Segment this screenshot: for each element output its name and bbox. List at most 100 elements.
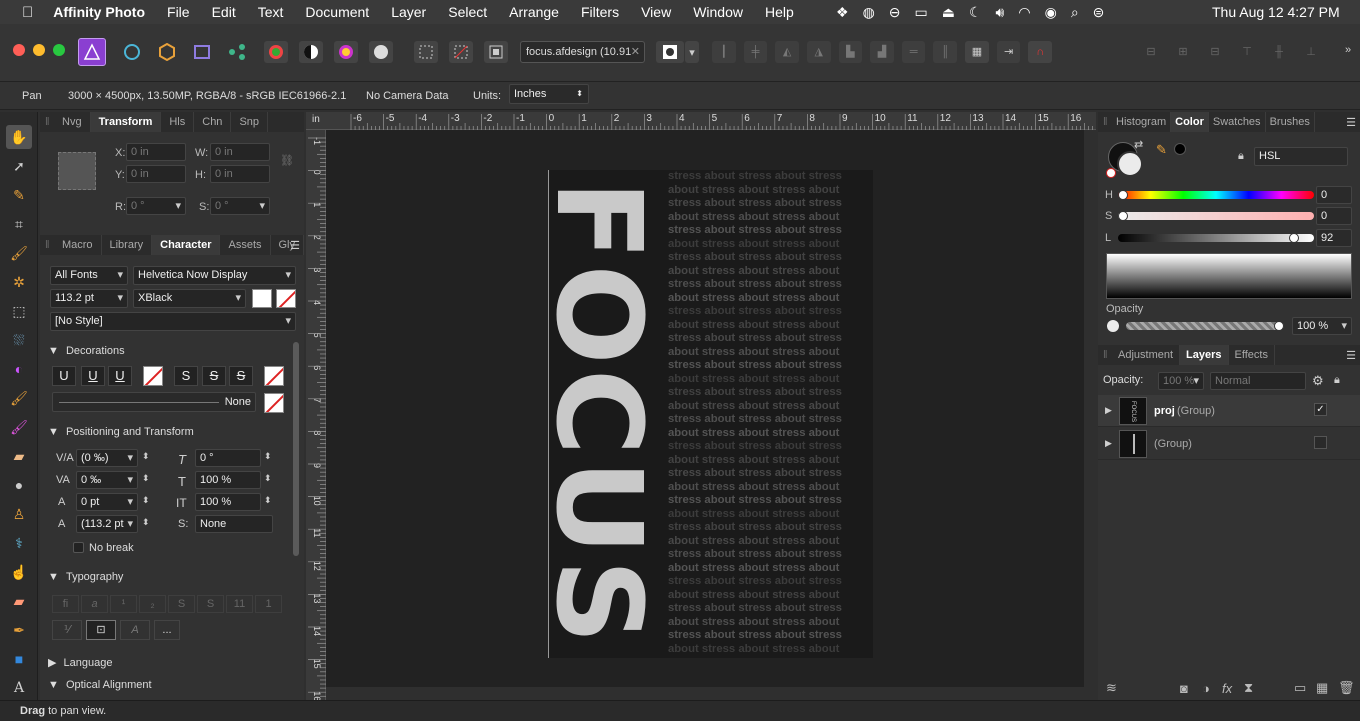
tab-color[interactable]: Color xyxy=(1171,112,1209,132)
volume-icon[interactable]: 🔊︎ xyxy=(996,4,1005,21)
layer-row[interactable]: ▶ (Group) xyxy=(1098,428,1360,460)
blend-mode-select[interactable]: Normal xyxy=(1210,372,1306,390)
swash-icon[interactable]: a xyxy=(81,595,108,613)
new-group-icon[interactable]: ▭ xyxy=(1294,680,1306,696)
color-opacity-knob[interactable] xyxy=(1274,321,1284,331)
layer-visibility-checkbox[interactable] xyxy=(1314,436,1327,449)
stepper-icon[interactable]: ⬍ xyxy=(142,495,150,506)
horizontal-ruler[interactable]: in -6 -5 -4 -3 -2 -1 0 1 2 3 4 5 6 7 8 9 10 11 12 13 14 15 16 xyxy=(306,112,1096,130)
font-family-select[interactable]: Helvetica Now Display xyxy=(133,266,296,285)
tab-history[interactable]: Hls xyxy=(161,112,195,132)
expand-layer-icon[interactable]: ▶ xyxy=(1105,438,1112,449)
lining-figures-icon[interactable]: 11 xyxy=(226,595,253,613)
align-top-icon[interactable]: ╫ xyxy=(1266,41,1292,63)
menu-view[interactable]: View xyxy=(641,4,671,20)
lightness-value-field[interactable]: 92 xyxy=(1316,229,1352,247)
panel-grip-icon[interactable]: ‖ xyxy=(1098,349,1112,361)
text-stroke-swatch[interactable] xyxy=(276,289,296,308)
deselect-icon[interactable] xyxy=(449,41,473,63)
selection-marquee-icon[interactable] xyxy=(414,41,438,63)
baseline-field[interactable]: 0 pt xyxy=(76,493,138,511)
align-bottom-icon[interactable]: ⊥ xyxy=(1298,41,1324,63)
tab-histogram[interactable]: Histogram xyxy=(1112,112,1172,132)
underline-color-swatch[interactable] xyxy=(143,366,163,386)
subscript-button-icon[interactable]: ₂ xyxy=(139,595,166,613)
tab-character[interactable]: Character xyxy=(152,235,221,255)
typography-header[interactable]: ▼ Typography xyxy=(40,567,290,587)
small-caps-icon[interactable]: S xyxy=(168,595,195,613)
toolbar-overflow-icon[interactable]: » xyxy=(1345,44,1351,56)
stepper-icon[interactable]: ⬍ xyxy=(142,451,150,462)
close-window-button[interactable] xyxy=(13,44,25,56)
tab-transform[interactable]: Transform xyxy=(90,112,162,132)
layers-stack-icon[interactable]: ≋ xyxy=(1106,680,1117,696)
x-field[interactable]: 0 in xyxy=(126,143,186,161)
stepper-icon[interactable]: ⬍ xyxy=(264,451,272,462)
pan-tool-icon[interactable]: ✋ xyxy=(6,125,32,149)
shear-field[interactable]: 0 ° xyxy=(210,197,270,215)
layer-visibility-checkbox[interactable]: ✓ xyxy=(1314,403,1327,416)
expand-layer-icon[interactable]: ▶ xyxy=(1105,405,1112,416)
decorations-header[interactable]: ▼ Decorations xyxy=(40,341,290,361)
panel-grip-icon[interactable]: ‖ xyxy=(40,116,54,128)
color-picker-tool-icon[interactable]: ✎ xyxy=(6,183,32,207)
ordinals-icon[interactable]: ⊡ xyxy=(86,620,116,640)
positioning-header[interactable]: ▼ Positioning and Transform xyxy=(40,422,290,442)
grid-icon[interactable]: ▦ xyxy=(965,41,989,63)
quick-mask-icon[interactable] xyxy=(656,41,684,63)
align-center-icon[interactable]: ╪ xyxy=(743,41,768,63)
invert-selection-icon[interactable] xyxy=(484,41,508,63)
delete-layer-icon[interactable]: 🗑︎ xyxy=(1338,680,1355,696)
rectangle-tool-icon[interactable]: ■ xyxy=(6,647,32,671)
panel-grip-icon[interactable]: ‖ xyxy=(40,239,54,251)
line-color-swatch[interactable] xyxy=(264,393,284,413)
more-typography-button[interactable]: ... xyxy=(154,620,180,640)
kerning-field[interactable]: (0 ‰) xyxy=(76,449,138,467)
selection-brush-tool-icon[interactable]: 🖌︎ xyxy=(6,241,32,265)
panel-grip-icon[interactable]: ‖ xyxy=(1098,116,1112,128)
blemish-tool-icon[interactable]: ⚕ xyxy=(6,531,32,555)
lock-icon[interactable]: 🔒︎ xyxy=(1334,374,1340,387)
arrange-forward-icon[interactable]: ⊟ xyxy=(1202,41,1228,63)
snapping-icon[interactable]: ⇥ xyxy=(996,41,1021,63)
oldstyle-figures-icon[interactable]: 1 xyxy=(255,595,282,613)
smudge-tool-icon[interactable]: ☝ xyxy=(6,560,32,584)
adjustment-icon[interactable]: ◑ xyxy=(1202,681,1210,696)
font-collection-select[interactable]: All Fonts xyxy=(50,266,128,285)
optical-alignment-header[interactable]: ▼ Optical Alignment xyxy=(40,675,290,695)
add-mask-icon[interactable]: ◙ xyxy=(1180,681,1188,696)
moon-icon[interactable]: ☾ xyxy=(969,4,982,21)
gradient-tool-icon[interactable]: ◐ xyxy=(6,357,32,381)
search-icon[interactable]: ⌕ xyxy=(1071,4,1079,21)
horizontal-scale-field[interactable]: 100 % xyxy=(195,493,261,511)
photo-persona-icon[interactable] xyxy=(78,38,106,66)
color-opacity-slider[interactable] xyxy=(1126,322,1284,330)
tab-effects[interactable]: Effects xyxy=(1229,345,1275,365)
no-color-icon[interactable] xyxy=(1106,168,1116,178)
all-caps-icon[interactable]: S xyxy=(197,595,224,613)
h-field[interactable]: 0 in xyxy=(210,165,270,183)
flood-fill-tool-icon[interactable]: ⛆ xyxy=(6,328,32,352)
menu-select[interactable]: Select xyxy=(448,4,487,20)
strike-double-button[interactable]: S xyxy=(202,366,226,386)
color-model-select[interactable]: HSL xyxy=(1254,147,1348,166)
layer-row[interactable]: ▶ FOCUS proj (Group) ✓ xyxy=(1098,395,1360,427)
panel-menu-icon[interactable]: ☰ xyxy=(1346,116,1356,129)
menu-window[interactable]: Window xyxy=(693,4,743,20)
paragraph-style-select[interactable]: [No Style] xyxy=(50,312,296,331)
menu-edit[interactable]: Edit xyxy=(212,4,236,20)
flip-horizontal-icon[interactable]: ◭ xyxy=(775,41,799,63)
eyedropper-icon[interactable]: ✎ xyxy=(1156,142,1167,158)
panel-menu-icon[interactable]: ☰ xyxy=(1346,349,1356,362)
lock-icon[interactable]: 🔒︎ xyxy=(1238,150,1244,163)
stylistic-alt-icon[interactable]: A xyxy=(120,620,150,640)
apple-icon[interactable]:  xyxy=(22,4,33,21)
flip-vertical-icon[interactable]: ◮ xyxy=(806,41,831,63)
rotation-field[interactable]: 0 ° xyxy=(126,197,186,215)
script-select[interactable]: None xyxy=(195,515,273,533)
menu-text[interactable]: Text xyxy=(258,4,284,20)
focus-headline[interactable]: FOCUS xyxy=(548,170,668,658)
develop-persona-icon[interactable] xyxy=(155,41,179,63)
hue-knob[interactable] xyxy=(1118,190,1128,200)
vertical-scale-field[interactable]: 100 % xyxy=(195,471,261,489)
